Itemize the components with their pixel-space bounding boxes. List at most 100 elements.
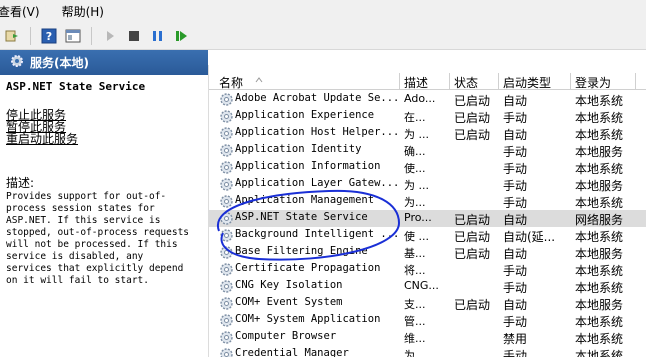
service-name: Application Identity (235, 143, 362, 155)
column-header-startup-type[interactable]: 启动类型 (503, 74, 551, 91)
toolbar-separator (91, 26, 92, 45)
service-title: ASP.NET State Service (6, 80, 146, 93)
service-startup-type: 手动 (503, 264, 528, 278)
description-line: ASP.NET. If this service is (6, 215, 161, 226)
service-startup-type: 自动 (503, 298, 528, 312)
pane-title: 服务(本地) (30, 56, 89, 70)
service-desc: 为... (404, 196, 426, 209)
toolbar-separator (30, 26, 31, 45)
table-row[interactable]: Computer Browser 维... 禁用 本地系统 (209, 329, 646, 346)
help-icon[interactable]: ? (40, 27, 58, 45)
table-row[interactable]: ASP.NET State Service Pro... 已启动 自动 网络服务 (209, 210, 646, 227)
table-row[interactable]: Base Filtering Engine 基... 已启动 自动 本地服务 (209, 244, 646, 261)
service-gear-icon (219, 92, 234, 107)
properties-icon[interactable] (64, 27, 82, 45)
service-gear-icon (219, 160, 234, 175)
menu-view[interactable]: 查看(V) (0, 3, 48, 20)
service-logon: 本地系统 (575, 230, 624, 244)
service-desc: 为 ... (404, 128, 429, 141)
service-name: Application Management (235, 194, 375, 206)
table-row[interactable]: COM+ System Application 管... 手动 本地系统 (209, 312, 646, 329)
service-gear-icon (219, 194, 234, 209)
service-detail-pane: 服务(本地) ASP.NET State Service 停止此服务 暂停此服务… (0, 50, 208, 357)
service-logon: 本地服务 (575, 247, 624, 261)
forward-icon[interactable] (3, 27, 21, 45)
service-logon: 本地系统 (575, 94, 624, 108)
description-line: services that explicitly depend (6, 263, 184, 274)
table-row[interactable]: Application Management 为... 手动 本地系统 (209, 193, 646, 210)
service-name: Application Host Helper... (235, 126, 400, 138)
service-startup-type: 自动 (503, 94, 528, 108)
service-logon: 本地服务 (575, 298, 624, 312)
table-row[interactable]: Application Identity 确... 手动 本地服务 (209, 142, 646, 159)
table-row[interactable]: Application Experience 在... 已启动 手动 本地系统 (209, 108, 646, 125)
service-logon: 网络服务 (575, 213, 624, 227)
table-row[interactable]: Credential Manager 为 ... 手动 本地系统 (209, 346, 646, 357)
service-logon: 本地系统 (575, 332, 624, 346)
table-row[interactable]: COM+ Event System 支... 已启动 自动 本地服务 (209, 295, 646, 312)
service-startup-type: 自动 (503, 213, 528, 227)
restart-service-link[interactable]: 重启动此服务 (6, 133, 208, 145)
service-name: Application Layer Gatew... (235, 177, 400, 189)
service-desc: 将... (404, 264, 426, 277)
table-row[interactable]: CNG Key Isolation CNG... 手动 本地系统 (209, 278, 646, 295)
service-startup-type: 手动 (503, 196, 528, 210)
description-line: stopped, out-of-process requests (6, 227, 190, 238)
service-gear-icon (219, 279, 234, 294)
description-line: on it will fail to start. (6, 275, 149, 286)
service-gear-icon (219, 228, 234, 243)
service-actions: 停止此服务 暂停此服务 重启动此服务 (6, 109, 208, 145)
service-gear-icon (219, 296, 234, 311)
description-line: Provides support for out-of- (6, 191, 167, 202)
table-row[interactable]: Application Information 使... 手动 本地系统 (209, 159, 646, 176)
service-logon: 本地系统 (575, 196, 624, 210)
service-name: Application Information (235, 160, 381, 172)
service-gear-icon (219, 245, 234, 260)
pause-icon[interactable] (149, 27, 167, 45)
play-icon[interactable] (101, 27, 119, 45)
service-name: CNG Key Isolation (235, 279, 343, 291)
service-desc: 管... (404, 315, 426, 328)
service-startup-type: 禁用 (503, 332, 528, 346)
service-rows: Adobe Acrobat Update Se... Ado... 已启动 自动 本地系… (209, 91, 646, 357)
column-header-name[interactable]: 名称 (219, 74, 243, 91)
service-logon: 本地系统 (575, 264, 624, 278)
service-gear-icon (219, 211, 234, 226)
service-logon: 本地服务 (575, 145, 624, 159)
column-header-logon[interactable]: 登录为 (575, 74, 611, 91)
column-header-description[interactable]: 描述 (404, 74, 428, 91)
service-startup-type: 手动 (503, 162, 528, 176)
service-name: Computer Browser (235, 330, 337, 342)
services-list: 名称 描述 状态 启动类型 登录为 Adobe Acrobat Update S… (208, 65, 646, 357)
service-desc: 使 ... (404, 230, 429, 243)
service-status: 已启动 (454, 111, 491, 125)
service-gear-icon (219, 143, 234, 158)
service-logon: 本地系统 (575, 349, 624, 357)
table-row[interactable]: Application Layer Gatew... 为 ... 手动 本地服务 (209, 176, 646, 193)
service-name: COM+ System Application (235, 313, 381, 325)
table-row[interactable]: Background Intelligent ... 使 ... 已启动 自动(延..… (209, 227, 646, 244)
menu-help[interactable]: 帮助(H) (62, 3, 112, 20)
service-startup-type: 手动 (503, 145, 528, 159)
service-desc: Ado... (404, 92, 436, 105)
description-line: process session states for (6, 203, 155, 214)
service-desc: 为 ... (404, 179, 429, 192)
restart-icon[interactable] (173, 27, 191, 45)
svg-text:?: ? (46, 30, 52, 43)
service-name: ASP.NET State Service (235, 211, 368, 223)
service-name: Application Experience (235, 109, 375, 121)
table-row[interactable]: Adobe Acrobat Update Se... Ado... 已启动 自动 本地系… (209, 91, 646, 108)
table-row[interactable]: Application Host Helper... 为 ... 已启动 自动 本地系统 (209, 125, 646, 142)
service-gear-icon (219, 109, 234, 124)
service-status: 已启动 (454, 128, 491, 142)
stop-icon[interactable] (125, 27, 143, 45)
service-name: Certificate Propagation (235, 262, 381, 274)
table-row[interactable]: Certificate Propagation 将... 手动 本地系统 (209, 261, 646, 278)
service-gear-icon (219, 313, 234, 328)
service-startup-type: 手动 (503, 281, 528, 295)
description-label: 描述: (6, 176, 35, 190)
column-header-status[interactable]: 状态 (454, 74, 478, 91)
main-area: 服务(本地) ASP.NET State Service 停止此服务 暂停此服务… (0, 50, 646, 357)
service-startup-type: 手动 (503, 349, 528, 357)
description-line: service is disabled, any (6, 251, 144, 262)
